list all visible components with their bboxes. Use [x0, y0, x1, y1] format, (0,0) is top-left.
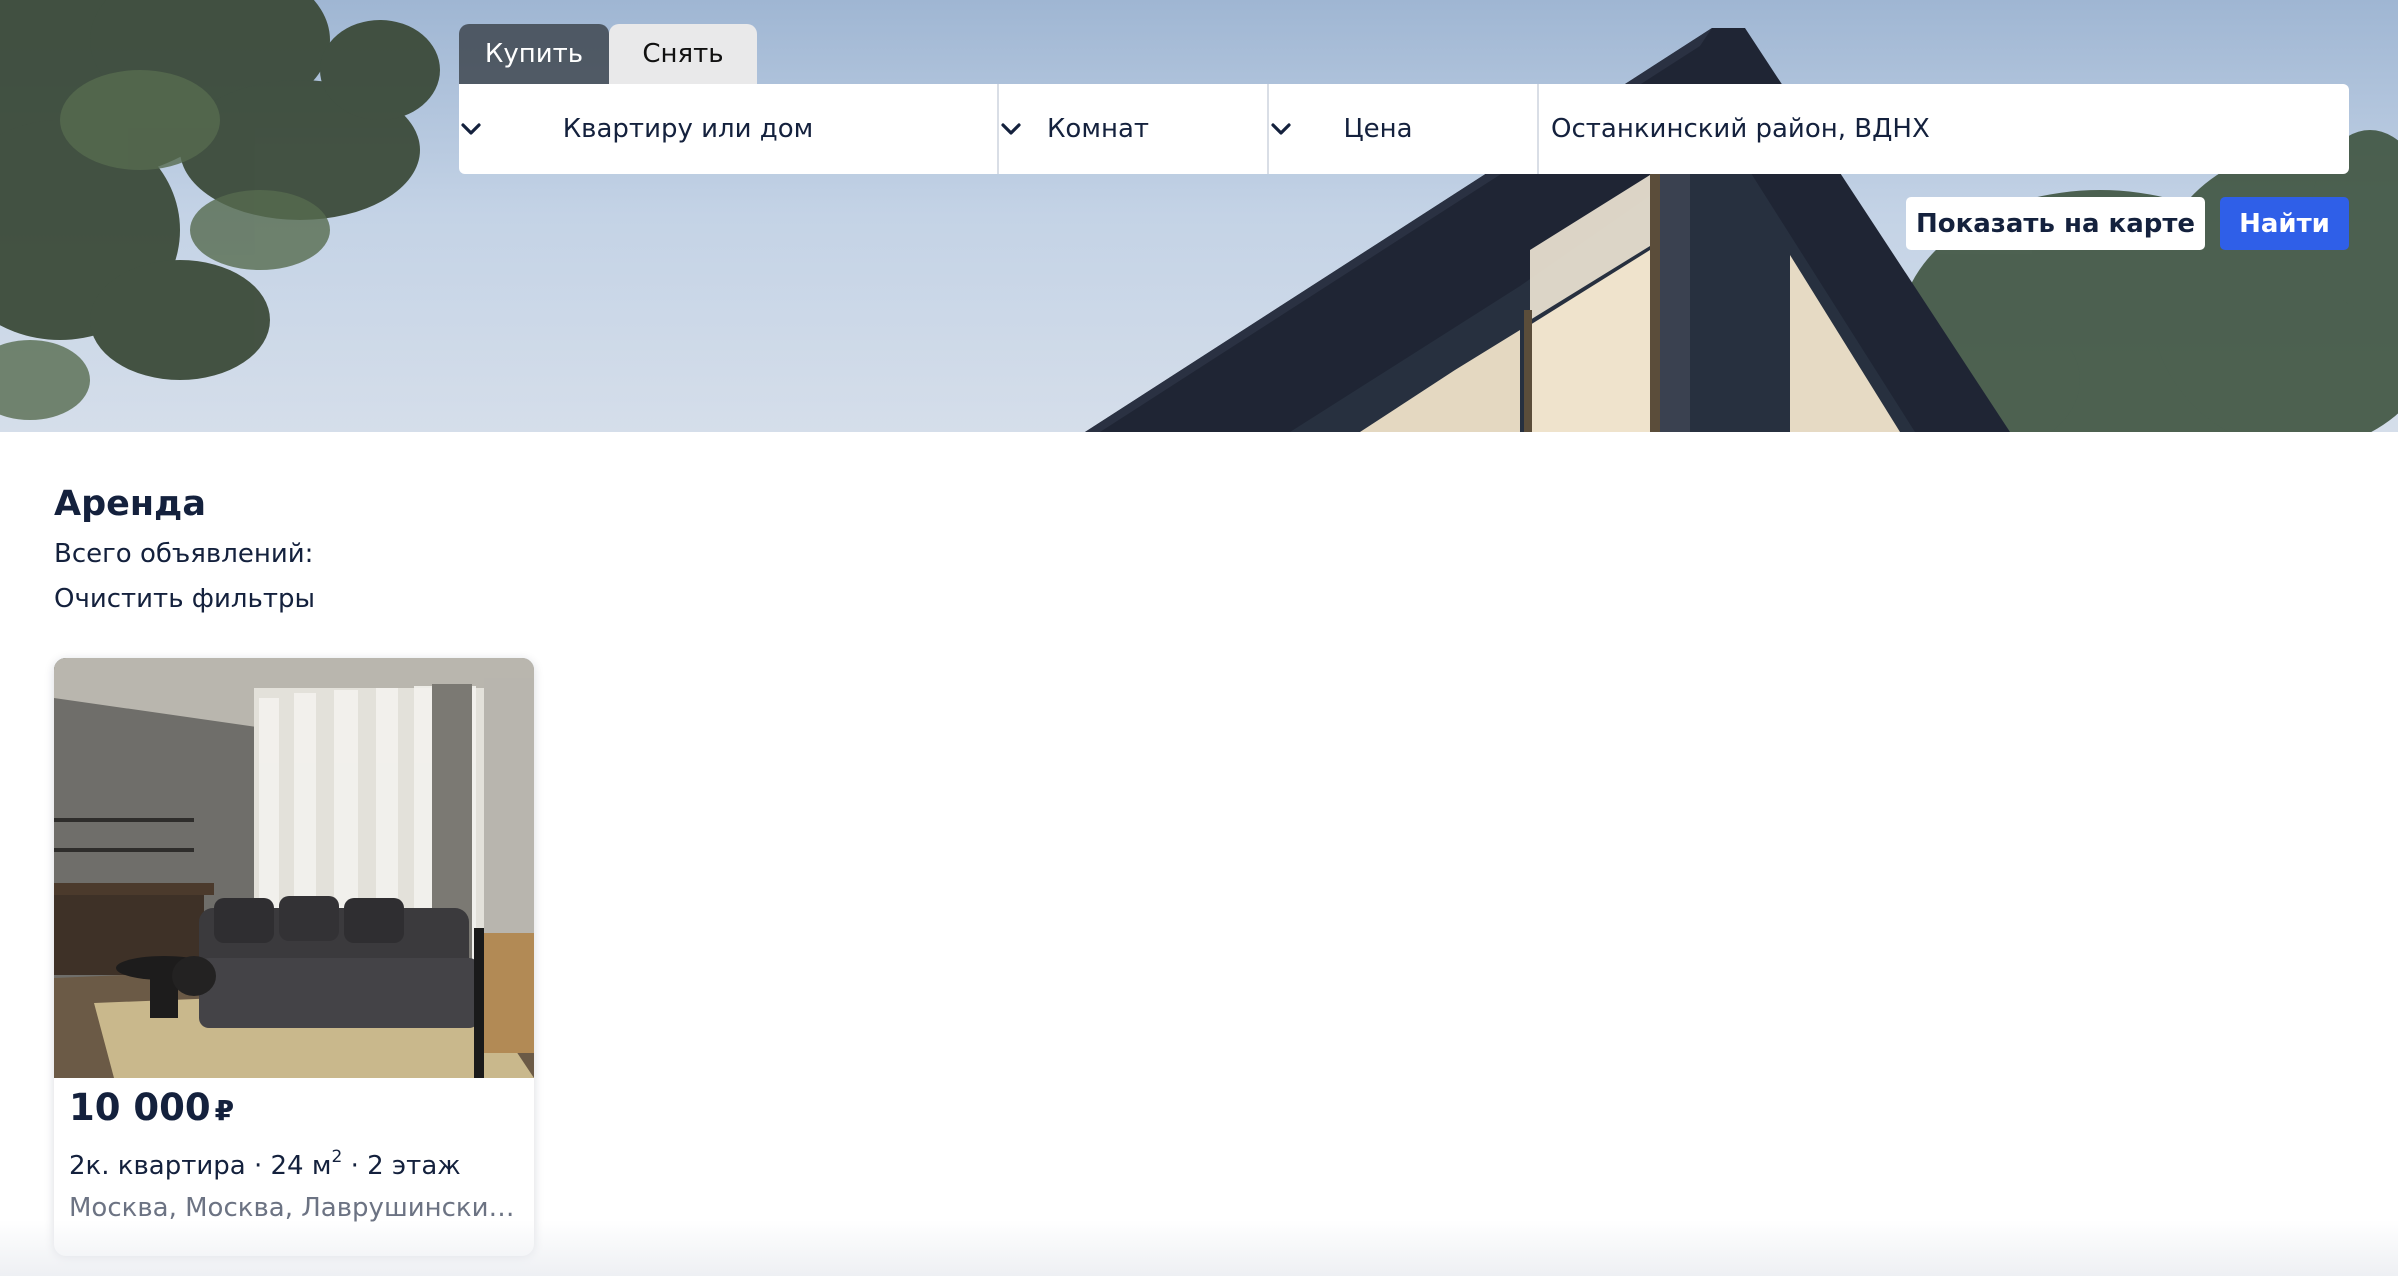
rooms-select[interactable]: Комнат [999, 84, 1269, 174]
chevron-down-icon [1001, 123, 1021, 135]
listing-card[interactable]: 10 000 ₽ 2к. квартира · 24 м2 · 2 этаж Мо… [54, 658, 534, 1256]
chevron-down-icon [461, 123, 481, 135]
page-title: Аренда [54, 484, 206, 524]
listing-address: Москва, Москва, Лаврушинский переулок [69, 1193, 524, 1223]
rooms-value: Комнат [1046, 114, 1150, 144]
tab-rent[interactable]: Снять [609, 24, 757, 84]
deal-type-tabs: Купить Снять [459, 24, 757, 84]
listing-specs-main: 2к. квартира · 24 м [69, 1151, 332, 1181]
price-value: Цена [1343, 114, 1413, 144]
location-value: Останкинский район, ВДНХ [1551, 114, 1930, 144]
ruble-sign: ₽ [214, 1094, 235, 1127]
price-select[interactable]: Цена [1269, 84, 1539, 174]
chevron-down-icon [1271, 123, 1291, 135]
listing-photo [54, 658, 534, 1078]
property-type-select[interactable]: Квартиру или дом [459, 84, 999, 174]
search-bar: Квартиру или дом Комнат Цена Останкински… [459, 84, 2349, 174]
hero-banner: Купить Снять Квартиру или дом Комнат Цен… [0, 0, 2398, 432]
property-type-value: Квартиру или дом [562, 114, 814, 144]
listing-specs: 2к. квартира · 24 м2 · 2 этаж [69, 1147, 461, 1181]
show-on-map-button[interactable]: Показать на карте [1906, 197, 2205, 250]
listing-photo-image [54, 658, 534, 1078]
listing-specs-floor: · 2 этаж [342, 1151, 461, 1181]
total-listings-label: Всего объявлений: [54, 539, 314, 569]
listing-price: 10 000 ₽ [69, 1086, 234, 1129]
clear-filters-link[interactable]: Очистить фильтры [54, 584, 315, 614]
square-meter-superscript: 2 [331, 1147, 343, 1167]
listing-price-value: 10 000 [69, 1086, 211, 1129]
location-input[interactable]: Останкинский район, ВДНХ [1539, 84, 2349, 174]
tab-buy[interactable]: Купить [459, 24, 609, 84]
find-button[interactable]: Найти [2220, 197, 2349, 250]
